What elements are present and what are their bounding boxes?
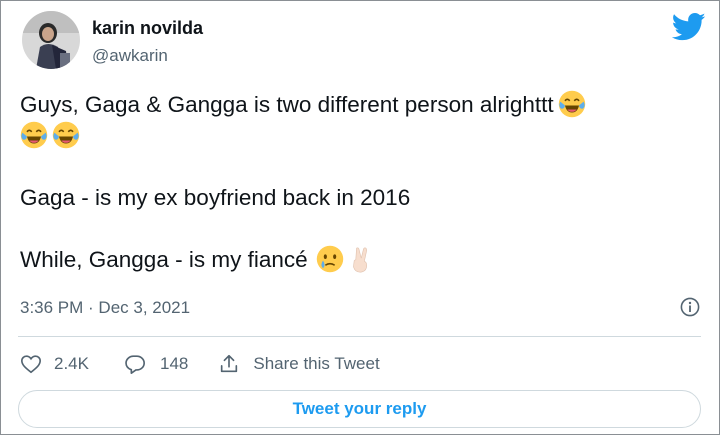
info-icon[interactable]	[680, 297, 700, 317]
like-count: 2.4K	[54, 354, 89, 373]
joy-emoji	[558, 90, 586, 118]
tweet-line-2	[20, 120, 710, 151]
joy-emoji	[20, 121, 48, 149]
like-button[interactable]: 2.4K	[20, 353, 89, 375]
user-handle[interactable]: @awkarin	[92, 46, 168, 66]
tweet-line-4: While, Gangga - is my fiancé	[20, 244, 710, 275]
tweet-text: Guys, Gaga & Gangga is two different per…	[20, 89, 710, 275]
twitter-logo[interactable]	[671, 12, 706, 42]
tweet-your-reply-button[interactable]: Tweet your reply	[18, 390, 701, 428]
tweet-timestamp[interactable]: 3:36 PM · Dec 3, 2021	[20, 298, 190, 318]
tweet-line-3: Gaga - is my ex boyfriend back in 2016	[20, 185, 411, 210]
share-icon	[218, 353, 240, 375]
share-button[interactable]: Share this Tweet	[218, 353, 380, 375]
divider	[18, 336, 701, 337]
victory-hand-emoji	[348, 245, 376, 273]
crying-face-emoji	[316, 245, 344, 273]
display-name[interactable]: karin novilda	[92, 18, 203, 39]
reply-count: 148	[159, 354, 189, 373]
heart-icon	[20, 353, 42, 375]
share-label: Share this Tweet	[253, 354, 380, 373]
joy-emoji	[52, 121, 80, 149]
reply-button[interactable]: 148	[124, 353, 188, 375]
tweet-line-1: Guys, Gaga & Gangga is two different per…	[20, 89, 710, 120]
avatar[interactable]	[22, 11, 80, 69]
reply-icon	[124, 353, 146, 375]
tweet-card: karin novilda @awkarin Guys, Gaga & Gang…	[0, 0, 720, 435]
tweet-actions: 2.4K 148 Share this Tweet	[20, 351, 380, 377]
